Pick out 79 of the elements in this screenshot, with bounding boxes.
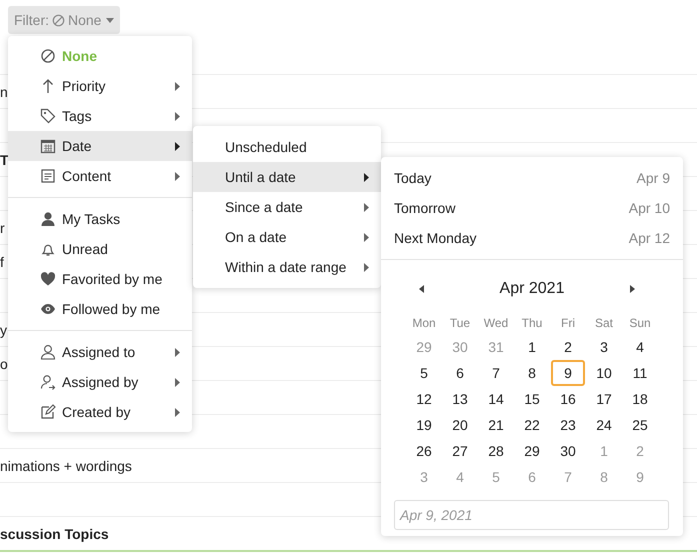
calendar-day[interactable]: 3 bbox=[587, 334, 621, 360]
calendar-day[interactable]: 7 bbox=[479, 360, 513, 386]
menu-item[interactable]: Tags bbox=[8, 101, 192, 131]
previous-month-icon[interactable] bbox=[419, 285, 424, 293]
calendar-day[interactable]: 2 bbox=[551, 334, 585, 360]
next-month-icon[interactable] bbox=[630, 285, 635, 293]
weekday-label: Thu bbox=[520, 315, 544, 332]
calendar-day[interactable]: 11 bbox=[623, 360, 657, 386]
person-arrow-icon bbox=[40, 374, 56, 390]
calendar-day[interactable]: 19 bbox=[407, 412, 441, 438]
calendar-day[interactable]: 30 bbox=[551, 438, 585, 464]
tag-icon bbox=[40, 108, 56, 124]
calendar-day[interactable]: 8 bbox=[515, 360, 549, 386]
calendar-day[interactable]: 5 bbox=[407, 360, 441, 386]
month-title: Apr 2021 bbox=[500, 280, 564, 298]
calendar-day[interactable]: 4 bbox=[623, 334, 657, 360]
heart-icon bbox=[40, 271, 56, 287]
date-shortcut[interactable]: Today Apr 9 bbox=[381, 163, 683, 193]
calendar-day[interactable]: 13 bbox=[443, 386, 477, 412]
task-title: r bbox=[0, 220, 5, 236]
calendar-day[interactable]: 16 bbox=[551, 386, 585, 412]
calendar-icon bbox=[40, 138, 56, 154]
calendar-day[interactable]: 10 bbox=[587, 360, 621, 386]
calendar-day[interactable]: 14 bbox=[479, 386, 513, 412]
weekday-label: Sat bbox=[594, 315, 614, 332]
task-title: n bbox=[0, 84, 8, 100]
edit-icon bbox=[40, 404, 56, 420]
menu-item[interactable]: Created by bbox=[8, 397, 192, 427]
task-title: o bbox=[0, 356, 8, 372]
calendar-day[interactable]: 1 bbox=[515, 334, 549, 360]
no-entry-icon bbox=[40, 48, 56, 64]
calendar-day[interactable]: 26 bbox=[407, 438, 441, 464]
caret-icon bbox=[106, 18, 114, 22]
eye-icon bbox=[40, 301, 56, 317]
calendar-day[interactable]: 17 bbox=[587, 386, 621, 412]
date-shortcut[interactable]: Tomorrow Apr 10 bbox=[381, 193, 683, 223]
task-title: f bbox=[0, 254, 4, 270]
weekday-label: Wed bbox=[482, 315, 510, 332]
calendar-day[interactable]: 25 bbox=[623, 412, 657, 438]
menu-item[interactable]: Assigned by bbox=[8, 367, 192, 397]
calendar-day[interactable]: 27 bbox=[443, 438, 477, 464]
task-title: T bbox=[0, 152, 9, 168]
menu-item[interactable]: Content bbox=[8, 161, 192, 191]
calendar-day[interactable]: 29 bbox=[515, 438, 549, 464]
calendar-day[interactable]: 18 bbox=[623, 386, 657, 412]
date-shortcut[interactable]: Next Monday Apr 12 bbox=[381, 223, 683, 253]
calendar-day[interactable]: 20 bbox=[443, 412, 477, 438]
calendar-day[interactable]: 28 bbox=[479, 438, 513, 464]
calendar-day[interactable]: 6 bbox=[443, 360, 477, 386]
menu-item[interactable]: Date bbox=[8, 131, 192, 161]
person-icon bbox=[40, 211, 56, 227]
menu-item[interactable]: Until a date bbox=[193, 162, 381, 192]
menu-item[interactable]: Favorited by me bbox=[8, 264, 192, 294]
person-outline-icon bbox=[40, 344, 56, 360]
menu-item[interactable]: Followed by me bbox=[8, 294, 192, 324]
weekday-label: Mon bbox=[411, 315, 437, 332]
task-title: y bbox=[0, 322, 7, 338]
calendar-day[interactable]: 9 bbox=[551, 360, 585, 386]
task-title: nimations + wordings bbox=[0, 458, 132, 474]
menu-item[interactable]: Since a date bbox=[193, 192, 381, 222]
menu-item[interactable]: My Tasks bbox=[8, 204, 192, 234]
menu-item[interactable]: Priority bbox=[8, 71, 192, 101]
weekday-label: Tue bbox=[448, 315, 472, 332]
calendar-day[interactable]: 24 bbox=[587, 412, 621, 438]
calendar-day[interactable]: 15 bbox=[515, 386, 549, 412]
task-title: scussion Topics bbox=[0, 526, 109, 542]
weekday-label: Sun bbox=[628, 315, 652, 332]
menu-item[interactable]: Within a date range bbox=[193, 252, 381, 282]
calendar-day[interactable]: 21 bbox=[479, 412, 513, 438]
menu-item[interactable]: On a date bbox=[193, 222, 381, 252]
calendar-day[interactable]: 23 bbox=[551, 412, 585, 438]
menu-item[interactable]: Unscheduled bbox=[193, 132, 381, 162]
menu-item[interactable]: Unread bbox=[8, 234, 192, 264]
no-entry-icon bbox=[52, 14, 65, 26]
calendar-day[interactable]: 22 bbox=[515, 412, 549, 438]
document-icon bbox=[40, 168, 56, 184]
weekday-label: Fri bbox=[560, 315, 576, 332]
menu-item[interactable]: Assigned to bbox=[8, 337, 192, 367]
calendar-day[interactable]: 12 bbox=[407, 386, 441, 412]
